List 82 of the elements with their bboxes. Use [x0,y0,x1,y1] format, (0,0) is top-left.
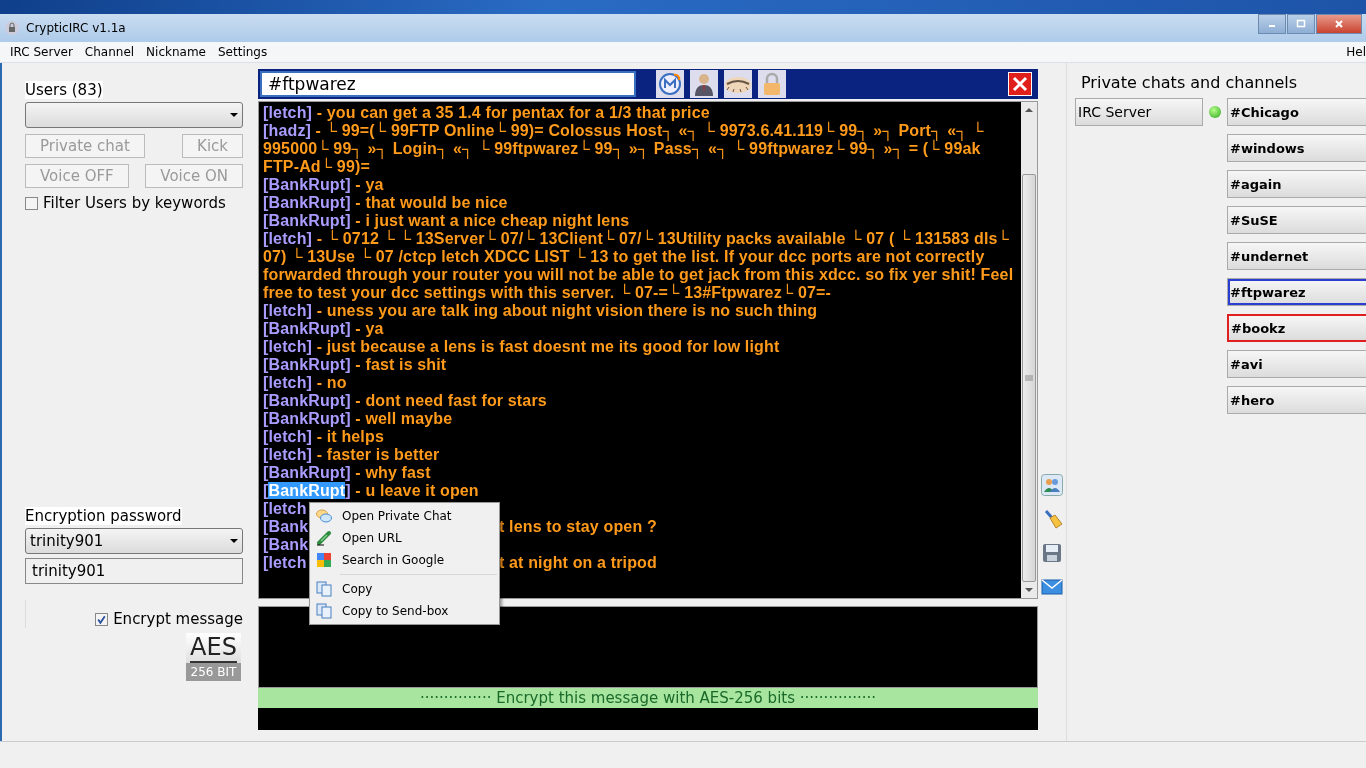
menu-item[interactable]: Nickname [140,45,212,59]
menu-item[interactable]: Settings [212,45,274,59]
checkbox[interactable] [95,612,109,626]
channel-tab[interactable]: #avi [1227,350,1366,378]
chat-message: [letch] - no [263,374,348,392]
channel-tab[interactable]: #windows [1227,134,1366,162]
chat-message: [letch] - it helps [263,428,385,446]
users-icon[interactable] [1041,474,1063,496]
chat-nick: [letch [263,554,307,572]
channel-tab[interactable]: #SuSE [1227,206,1366,234]
chat-message: [BankRupt] - dont need fast for stars [263,392,548,410]
checkbox-label: Encrypt message [113,610,243,628]
maximize-button[interactable] [1287,14,1315,34]
chat-message: [BankRupt] - why fast [263,464,432,482]
channel-field[interactable]: #ftpwarez [260,71,636,97]
minimize-button[interactable] [1258,14,1286,34]
chat-message: [BankRupt] - that would be nice [263,194,509,212]
chat-message: [letch] - faster is better [263,446,441,464]
chat-message: t lens to stay open ? [499,518,658,536]
chat-message: [letch] - uness you are talk ing about night vision there is no such thing [263,302,819,320]
scrollbar[interactable] [1021,102,1037,598]
arrow-up-icon[interactable] [1025,108,1033,112]
message-input[interactable] [258,606,1038,688]
chat-icon [316,508,332,524]
menu-item[interactable]: Open Private Chat [312,505,497,527]
channel-tab[interactable]: #bookz [1227,314,1366,342]
save-icon[interactable] [1041,542,1063,564]
caret-icon [230,539,238,543]
chat-nick: [letch [263,500,307,518]
chat-message: [letch] - you can get a 35 1.4 for pentax for a 1/3 that price [263,104,711,121]
chat-message: [BankRupt] - ya [263,320,385,338]
badge-subtitle: 256 BIT [186,663,241,681]
menu-item[interactable]: Copy to Send-box [312,600,497,622]
close-button[interactable] [1316,14,1362,34]
caret-icon [230,113,238,117]
close-icon [1010,74,1030,94]
menu-item[interactable]: Channel [78,45,141,59]
grip-icon [1025,374,1033,382]
chat-message: [letch] - just because a lens is fast doesnt me its good for low light [263,338,781,356]
menu-item[interactable]: Open URL [312,527,497,549]
checkbox-label: Filter Users by keywords [43,194,226,212]
close-channel-button[interactable] [1008,72,1032,96]
chat-nick: [Bank [263,536,309,554]
eye-icon[interactable] [724,70,752,98]
chat-message: [letch] - └ 0712 └ └ 13Server└ 07/└ 13Client└ 07/└ 13Utility packs available └ 07 ( └ 131583 dls└ 07) └ 13Use └ 07 /ctcp letch XDCC LIST └ 13 to get the list. If your dcc ports are not correctly forwarded through your router you will not be able to get jack from this xdcc. so fix yer shit! Feel free to test your dcc settings with this server. └ 07-=└ 13#Ftpwarez└ 07=- [263,230,1015,302]
messenger-icon[interactable] [656,70,684,98]
chat-message: t at night on a tripod [499,554,658,572]
window-title: CrypticIRC v1.1a [26,21,126,35]
panel-title: Private chats and channels [1080,73,1299,92]
checkbox[interactable] [25,196,38,210]
channel-tab[interactable]: #undernet [1227,242,1366,270]
password-field[interactable]: trinity901 [25,558,243,584]
close-icon [1334,19,1344,29]
chat-message: [BankRupt] - fast is shit [263,356,448,374]
chat-message: [BankRupt] - i just want a nice cheap night lens [263,212,631,229]
mail-icon[interactable] [1041,576,1063,598]
chat-message: [BankRupt] - ya [263,176,385,194]
channel-tab[interactable]: #again [1227,170,1366,198]
menu-item[interactable]: Search in Google [312,549,497,571]
chat-nick: [Bank [263,518,309,536]
encryption-banner: ··············· Encrypt this message with AES-256 bits ················ [258,688,1038,708]
server-button[interactable]: IRC Server [1075,98,1203,126]
copy-icon [316,603,332,619]
users-label: Users (83) [25,81,103,99]
channel-tab[interactable]: #hero [1227,386,1366,414]
menu-item[interactable]: Copy [312,578,497,600]
scroll-thumb[interactable] [1022,174,1036,582]
menu-item[interactable]: IRC Server [4,45,79,59]
person-icon[interactable] [690,70,718,98]
lock-icon [4,20,20,36]
arrow-down-icon[interactable] [1025,588,1033,592]
users-dropdown[interactable] [25,102,243,128]
chat-message: [hadz] - └ 99=(└ 99FTP Online└ 99)= Colossus Host┐ «┐ └ 9973.6.41.119└ 99┐ »┐ Port┐ «┐ └ 995000└ 99┐ »┐ Login┐ «┐ └ 99ftpwarez└ 99┐ »┐ Pass┐ «┐ └ 99ftpwarez└ 99┐ »┐ = (└ 99ak FTP-Ad└ 99)= [263,122,985,176]
search-icon [316,552,332,568]
menu-item[interactable]: Hel [1340,45,1366,59]
chat-message: [BankRupt] - well maybe [263,410,454,428]
copy-icon [316,581,332,597]
encryption-label: Encryption password [25,507,182,525]
channel-tab[interactable]: #ftpwarez [1227,278,1366,306]
maximize-icon [1296,19,1306,29]
password-dropdown[interactable]: trinity901 [25,528,243,554]
channel-tab[interactable]: #Chicago [1227,98,1366,126]
